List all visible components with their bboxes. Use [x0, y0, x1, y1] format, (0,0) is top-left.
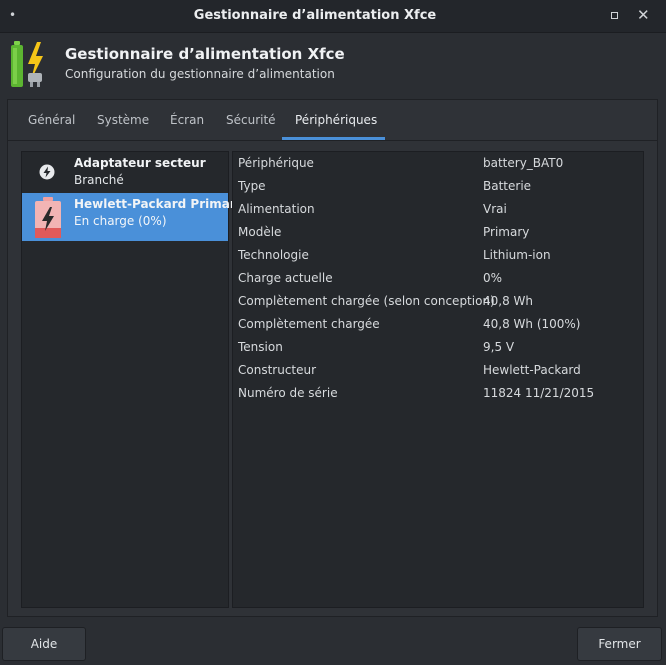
ac-adapter-icon — [39, 164, 55, 180]
property-value: 40,8 Wh (100%) — [483, 317, 581, 331]
property-row: Technologie Lithium-ion — [233, 244, 643, 267]
property-row: Périphérique battery_BAT0 — [233, 152, 643, 175]
property-value: Batterie — [483, 179, 532, 193]
tab-bar: Général Système Écran Sécurité Périphéri… — [8, 100, 657, 141]
device-status: En charge (0%) — [74, 214, 167, 228]
device-item-battery[interactable]: Hewlett-Packard Primary En charge (0%) — [22, 193, 244, 241]
property-value: battery_BAT0 — [483, 156, 564, 170]
property-value: 9,5 V — [483, 340, 515, 354]
property-row: Complètement chargée (selon conception) … — [233, 290, 643, 313]
property-label: Numéro de série — [238, 386, 338, 400]
device-name: Hewlett-Packard Primary — [74, 197, 244, 211]
property-label: Technologie — [238, 248, 309, 262]
close-icon[interactable]: ✕ — [637, 6, 650, 24]
battery-charging-plug-icon — [11, 41, 43, 87]
property-row: Alimentation Vrai — [233, 198, 643, 221]
property-value: Lithium-ion — [483, 248, 551, 262]
settings-notebook: Général Système Écran Sécurité Périphéri… — [7, 99, 658, 617]
property-row: Complètement chargée 40,8 Wh (100%) — [233, 313, 643, 336]
tab-security[interactable]: Sécurité — [226, 113, 276, 127]
property-row: Type Batterie — [233, 175, 643, 198]
property-label: Périphérique — [238, 156, 314, 170]
property-row: Constructeur Hewlett-Packard — [233, 359, 643, 382]
close-button[interactable]: Fermer — [577, 627, 662, 661]
property-label: Constructeur — [238, 363, 317, 377]
tab-system[interactable]: Système — [97, 113, 149, 127]
window-titlebar: • Gestionnaire d’alimentation Xfce ✕ — [0, 0, 666, 33]
device-name: Adaptateur secteur — [74, 156, 206, 170]
property-value: Vrai — [483, 202, 507, 216]
help-button[interactable]: Aide — [2, 627, 86, 661]
tab-devices[interactable]: Périphériques — [295, 113, 377, 127]
property-value: Hewlett-Packard — [483, 363, 581, 377]
property-label: Tension — [238, 340, 283, 354]
battery-charging-icon — [35, 197, 61, 238]
device-properties: Périphérique battery_BAT0 Type Batterie … — [232, 151, 644, 608]
property-row: Numéro de série 11824 11/21/2015 — [233, 382, 643, 405]
property-label: Charge actuelle — [238, 271, 333, 285]
dialog-title: Gestionnaire d’alimentation Xfce — [65, 45, 345, 63]
tab-display[interactable]: Écran — [170, 113, 204, 127]
property-label: Alimentation — [238, 202, 315, 216]
property-value: Primary — [483, 225, 530, 239]
dialog-subtitle: Configuration du gestionnaire d’alimenta… — [65, 67, 335, 81]
property-row: Modèle Primary — [233, 221, 643, 244]
property-label: Modèle — [238, 225, 282, 239]
tab-general[interactable]: Général — [28, 113, 75, 127]
property-value: 11824 11/21/2015 — [483, 386, 595, 400]
window-title: Gestionnaire d’alimentation Xfce — [193, 8, 437, 23]
property-value: 40,8 Wh — [483, 294, 534, 308]
property-row: Tension 9,5 V — [233, 336, 643, 359]
dialog-header: Gestionnaire d’alimentation Xfce Configu… — [0, 33, 666, 95]
device-status: Branché — [74, 173, 124, 187]
property-label: Complètement chargée — [238, 317, 380, 331]
active-tab-indicator — [282, 137, 385, 140]
maximize-icon[interactable] — [611, 12, 618, 19]
property-row: Charge actuelle 0% — [233, 267, 643, 290]
property-value: 0% — [483, 271, 503, 285]
property-label: Type — [238, 179, 266, 193]
device-list: Adaptateur secteur Branché Hewlett-Packa… — [21, 151, 244, 608]
property-label: Complètement chargée (selon conception) — [238, 294, 495, 308]
